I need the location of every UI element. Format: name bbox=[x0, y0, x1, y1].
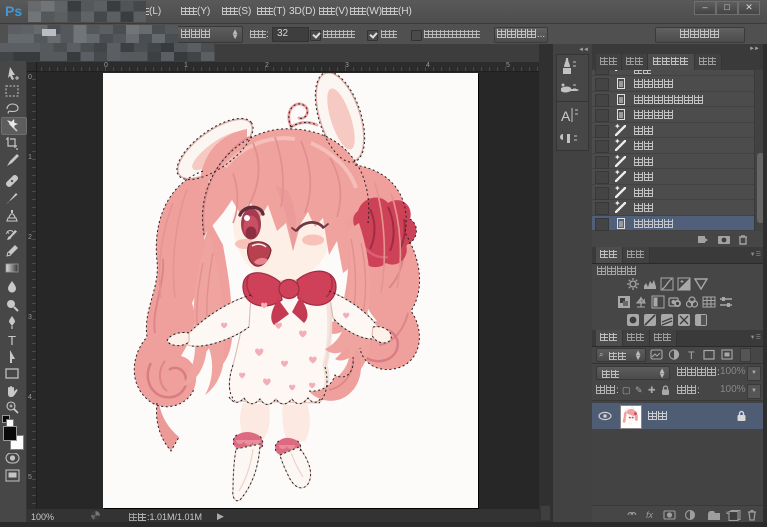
svg-text:T: T bbox=[688, 350, 695, 361]
svg-text:fx: fx bbox=[646, 510, 654, 520]
svg-text:T: T bbox=[8, 333, 16, 348]
svg-text:A: A bbox=[561, 108, 571, 124]
